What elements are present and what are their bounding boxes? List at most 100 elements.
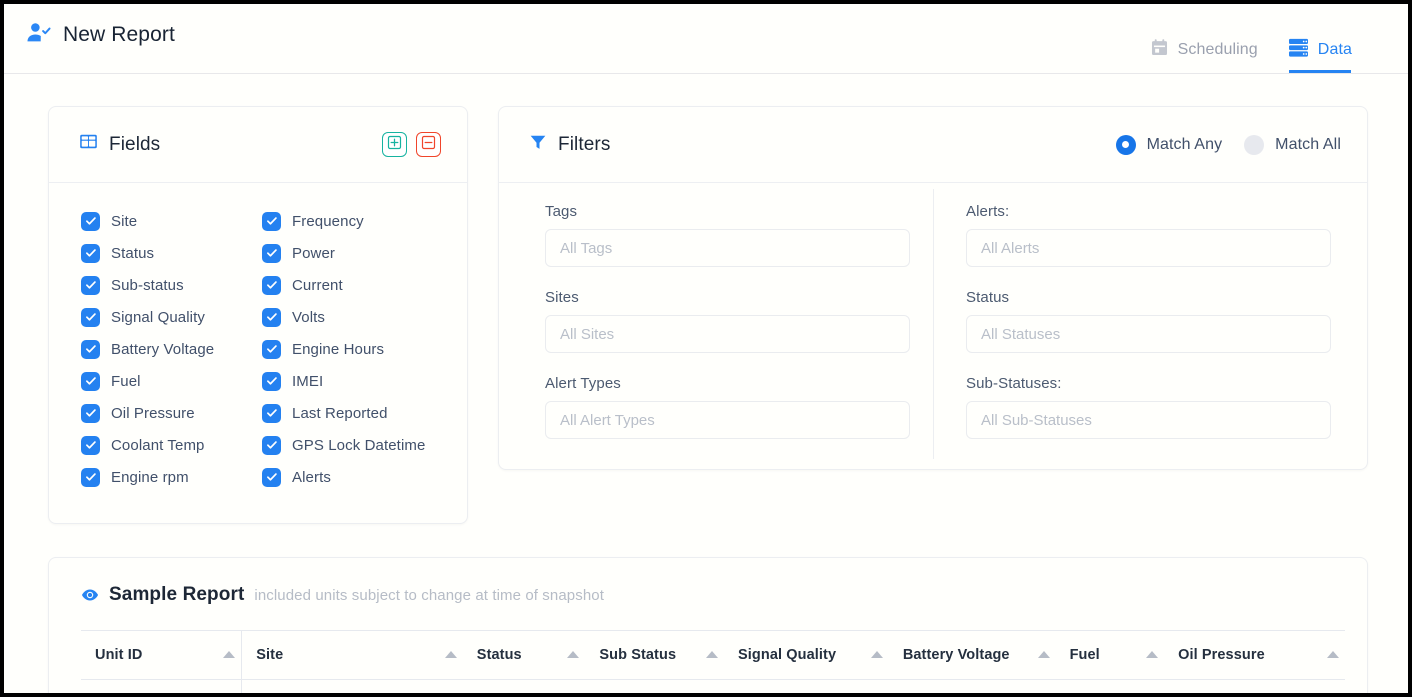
fields-title-group: Fields bbox=[79, 132, 160, 157]
field-checkbox-oil-pressure[interactable]: Oil Pressure bbox=[81, 397, 262, 429]
check-icon bbox=[262, 467, 281, 487]
sort-asc-icon[interactable] bbox=[1327, 651, 1339, 659]
filter-alerts: Alerts: bbox=[966, 203, 1331, 267]
tags-input[interactable] bbox=[545, 229, 910, 267]
field-label: Engine Hours bbox=[292, 340, 385, 358]
field-checkbox-frequency[interactable]: Frequency bbox=[262, 205, 443, 237]
field-checkbox-status[interactable]: Status bbox=[81, 237, 262, 269]
sample-report-table: Unit ID Site Status Sub Status Signal Qu… bbox=[81, 631, 1345, 693]
top-row: Fields Site Status Sub-status Signal Qua… bbox=[48, 106, 1368, 524]
select-all-fields-button[interactable] bbox=[382, 132, 407, 157]
filters-title-group: Filters bbox=[529, 133, 610, 157]
field-label: Fuel bbox=[111, 372, 141, 390]
table-cell bbox=[724, 679, 889, 693]
eye-icon bbox=[81, 586, 99, 604]
field-checkbox-coolant-temp[interactable]: Coolant Temp bbox=[81, 429, 262, 461]
tab-scheduling-label: Scheduling bbox=[1177, 40, 1258, 58]
tab-data[interactable]: Data bbox=[1288, 4, 1352, 73]
filter-sites: Sites bbox=[545, 289, 910, 353]
field-label: IMEI bbox=[292, 372, 324, 390]
column-header-signal-quality[interactable]: Signal Quality bbox=[724, 631, 889, 680]
sort-asc-icon[interactable] bbox=[1037, 651, 1050, 659]
field-checkbox-engine-rpm[interactable]: Engine rpm bbox=[81, 461, 262, 493]
sort-asc-icon[interactable] bbox=[870, 651, 883, 659]
field-label: Coolant Temp bbox=[111, 436, 205, 454]
column-label: Status bbox=[476, 646, 522, 663]
column-header-oil-pressure[interactable]: Oil Pressure bbox=[1164, 631, 1345, 680]
column-label: Sub Status bbox=[599, 646, 677, 663]
check-icon bbox=[262, 371, 281, 391]
field-checkbox-site[interactable]: Site bbox=[81, 205, 262, 237]
radio-match-all[interactable]: Match All bbox=[1244, 134, 1341, 155]
filter-alerts-label: Alerts: bbox=[966, 203, 1010, 220]
filter-tags: Tags bbox=[545, 203, 910, 267]
field-checkbox-gps-lock-datetime[interactable]: GPS Lock Datetime bbox=[262, 429, 443, 461]
column-label: Site bbox=[256, 646, 284, 663]
field-checkbox-sub-status[interactable]: Sub-status bbox=[81, 269, 262, 301]
filter-alert-types-label: Alert Types bbox=[545, 375, 621, 392]
check-icon bbox=[262, 211, 281, 231]
table-row[interactable] bbox=[81, 679, 1345, 693]
check-icon bbox=[81, 435, 100, 455]
radio-match-all-label: Match All bbox=[1275, 135, 1341, 153]
field-checkbox-volts[interactable]: Volts bbox=[262, 301, 443, 333]
check-icon bbox=[262, 275, 281, 295]
sub-statuses-input[interactable] bbox=[966, 401, 1331, 439]
field-checkbox-last-reported[interactable]: Last Reported bbox=[262, 397, 443, 429]
table-grid-icon bbox=[79, 132, 98, 157]
filters-divider bbox=[933, 189, 934, 459]
column-header-sub-status[interactable]: Sub Status bbox=[585, 631, 725, 680]
field-checkbox-signal-quality[interactable]: Signal Quality bbox=[81, 301, 262, 333]
check-icon bbox=[81, 403, 100, 423]
field-label: Alerts bbox=[292, 468, 331, 486]
field-checkbox-engine-hours[interactable]: Engine Hours bbox=[262, 333, 443, 365]
status-input[interactable] bbox=[966, 315, 1331, 353]
field-checkbox-power[interactable]: Power bbox=[262, 237, 443, 269]
field-checkbox-alerts[interactable]: Alerts bbox=[262, 461, 443, 493]
check-icon bbox=[262, 403, 281, 423]
field-checkbox-current[interactable]: Current bbox=[262, 269, 443, 301]
column-header-status[interactable]: Status bbox=[462, 631, 586, 680]
sort-asc-icon[interactable] bbox=[567, 651, 580, 659]
header-nav: Scheduling Data bbox=[1150, 4, 1388, 74]
radio-unselected-icon bbox=[1244, 134, 1265, 155]
field-label: Signal Quality bbox=[111, 308, 205, 326]
column-header-site[interactable]: Site bbox=[241, 631, 463, 680]
check-icon bbox=[262, 243, 281, 263]
sort-asc-icon[interactable] bbox=[706, 651, 719, 659]
column-header-fuel[interactable]: Fuel bbox=[1055, 631, 1165, 680]
tab-scheduling[interactable]: Scheduling bbox=[1150, 4, 1258, 73]
field-label: Oil Pressure bbox=[111, 404, 195, 422]
field-checkbox-fuel[interactable]: Fuel bbox=[81, 365, 262, 397]
sort-asc-icon[interactable] bbox=[444, 651, 457, 659]
alerts-input[interactable] bbox=[966, 229, 1331, 267]
filters-panel: Filters Match Any Match All Tags All Tag… bbox=[498, 106, 1368, 470]
field-label: Engine rpm bbox=[111, 468, 189, 486]
field-label: Volts bbox=[292, 308, 326, 326]
alert-types-input[interactable] bbox=[545, 401, 910, 439]
sites-input[interactable] bbox=[545, 315, 910, 353]
sort-asc-icon[interactable] bbox=[223, 651, 236, 659]
table-cell bbox=[241, 679, 463, 693]
fields-column-left: Site Status Sub-status Signal Quality Ba… bbox=[81, 205, 262, 493]
fields-panel-title: Fields bbox=[109, 133, 161, 155]
main-content: Fields Site Status Sub-status Signal Qua… bbox=[4, 74, 1408, 693]
field-checkbox-imei[interactable]: IMEI bbox=[262, 365, 443, 397]
check-icon bbox=[262, 339, 281, 359]
calendar-icon bbox=[1150, 38, 1169, 62]
column-header-battery-voltage[interactable]: Battery Voltage bbox=[888, 631, 1056, 680]
sort-asc-icon[interactable] bbox=[1146, 651, 1159, 659]
radio-match-any[interactable]: Match Any bbox=[1115, 134, 1223, 155]
app-viewport: New Report Scheduling Data Fields Site S… bbox=[4, 4, 1408, 693]
check-icon bbox=[81, 339, 100, 359]
fields-panel-header: Fields bbox=[49, 107, 467, 183]
fields-actions bbox=[382, 132, 441, 157]
deselect-all-fields-button[interactable] bbox=[416, 132, 441, 157]
column-header-unit-id[interactable]: Unit ID bbox=[81, 631, 243, 680]
radio-match-any-label: Match Any bbox=[1146, 135, 1223, 153]
tab-data-label: Data bbox=[1317, 40, 1352, 58]
field-label: Site bbox=[111, 212, 138, 230]
table-cell bbox=[888, 679, 1056, 693]
funnel-icon bbox=[529, 133, 547, 157]
field-checkbox-battery-voltage[interactable]: Battery Voltage bbox=[81, 333, 262, 365]
